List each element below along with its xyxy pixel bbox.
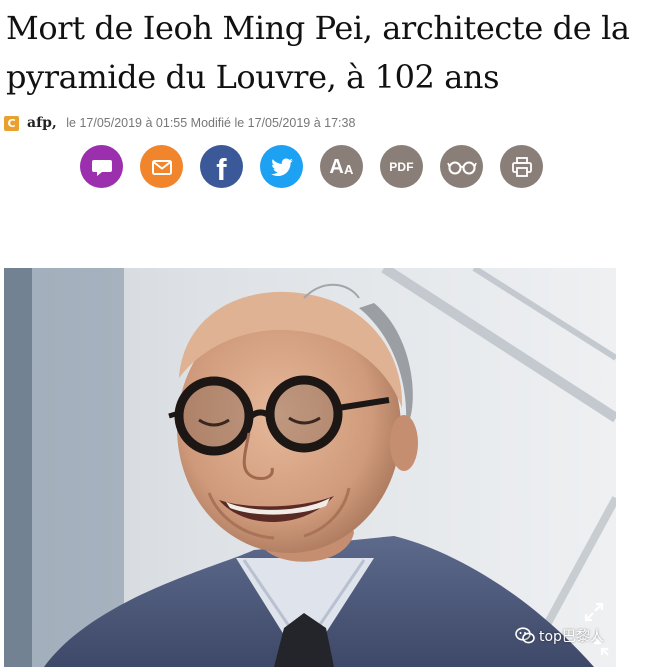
published-date: 17/05/2019 à 01:55 [79, 116, 188, 130]
expand-arrows-icon [584, 602, 604, 622]
wechat-icon [515, 627, 535, 644]
twitter-bird-icon [270, 157, 293, 176]
expand-photo-button[interactable] [580, 598, 608, 626]
text-size-icon: A A [329, 157, 353, 177]
text-size-small: A [344, 161, 354, 177]
pdf-icon: PDF [389, 159, 414, 174]
modified-date: 17/05/2019 à 17:38 [247, 116, 356, 130]
portrait-illustration [4, 268, 616, 667]
article-photo[interactable] [4, 268, 616, 667]
article-meta: C afp , le 17/05/2019 à 01:55 Modifié le… [4, 114, 355, 132]
print-button[interactable] [500, 145, 543, 188]
published-prefix: le [62, 116, 80, 130]
speech-bubble-icon [91, 159, 112, 176]
source-name[interactable]: afp [27, 115, 52, 131]
watermark-text: top巴黎人 [539, 629, 604, 645]
facebook-icon: f [216, 152, 227, 187]
envelope-icon [151, 159, 172, 175]
article-title: Mort de Ieoh Ming Pei, architecte de la … [6, 9, 630, 96]
share-toolbar: f A A PDF [80, 145, 543, 188]
printer-icon [511, 156, 532, 177]
facebook-button[interactable]: f [200, 145, 243, 188]
article-dates: le 17/05/2019 à 01:55 Modifié le 17/05/2… [62, 116, 356, 130]
reading-mode-button[interactable] [440, 145, 483, 188]
comment-button[interactable] [80, 145, 123, 188]
watermark: top巴黎人 [515, 626, 604, 646]
glasses-icon [446, 161, 477, 174]
email-button[interactable] [140, 145, 183, 188]
source-logo: C [4, 115, 19, 131]
modified-prefix: Modifié le [187, 116, 248, 130]
source-separator: , [51, 115, 57, 131]
text-size-large: A [329, 155, 345, 178]
twitter-button[interactable] [260, 145, 303, 188]
pdf-button[interactable]: PDF [380, 145, 423, 188]
font-size-button[interactable]: A A [320, 145, 363, 188]
